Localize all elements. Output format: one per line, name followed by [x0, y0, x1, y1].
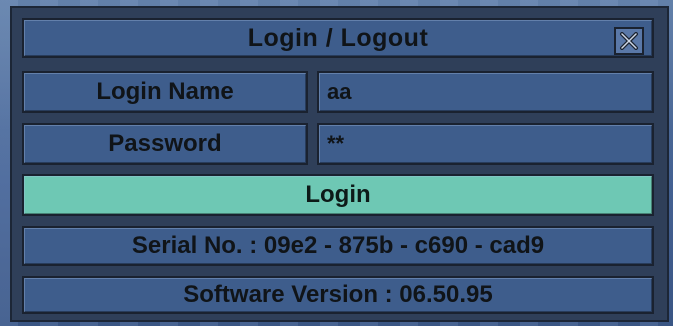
serial-number: Serial No. : 09e2 - 875b - c690 - cad9: [22, 226, 654, 266]
login-logout-dialog: Login / Logout Login Name aa Password **…: [10, 6, 669, 322]
dialog-title-bar: Login / Logout: [22, 18, 654, 58]
login-name-label: Login Name: [22, 71, 308, 113]
software-version: Software Version : 06.50.95: [22, 276, 654, 314]
dialog-title: Login / Logout: [247, 23, 429, 52]
close-button[interactable]: [614, 27, 644, 55]
login-name-field[interactable]: aa: [317, 71, 654, 113]
login-button[interactable]: Login: [22, 174, 654, 216]
password-label: Password: [22, 123, 308, 165]
password-field[interactable]: **: [317, 123, 654, 165]
close-icon: [620, 32, 638, 50]
